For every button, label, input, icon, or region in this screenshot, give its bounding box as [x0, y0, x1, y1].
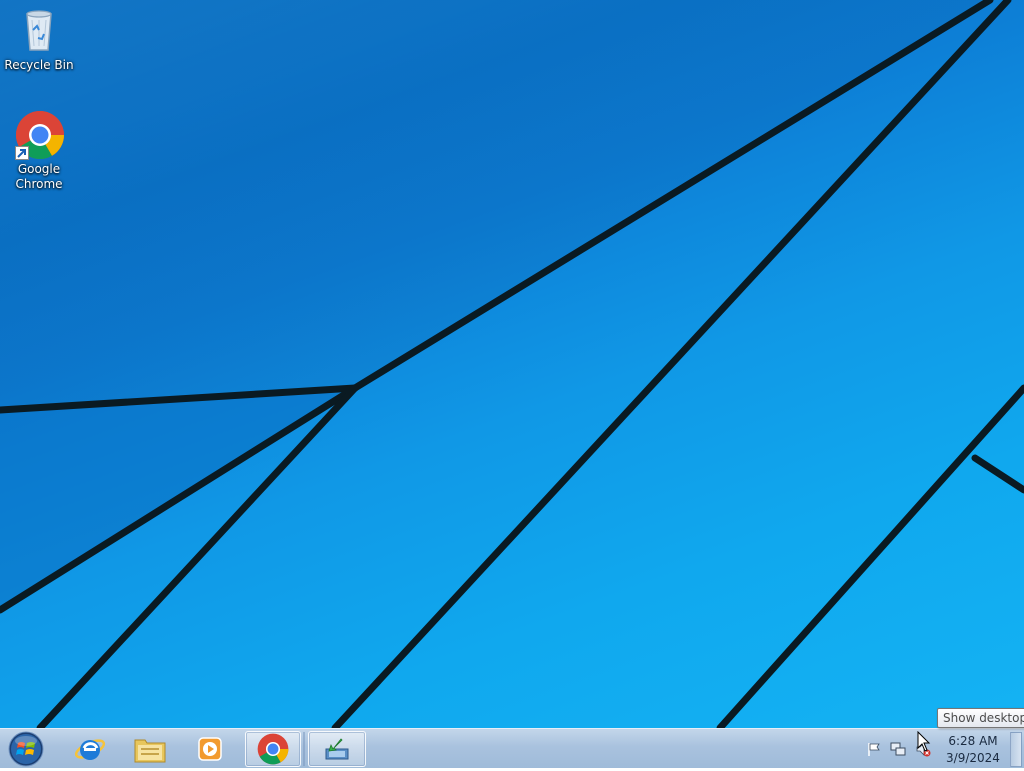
install-arrow-icon — [325, 738, 349, 760]
taskbar-installer[interactable] — [308, 731, 366, 767]
taskbar-media-player[interactable] — [182, 731, 238, 767]
recycle-bin-label: Recycle Bin — [4, 58, 74, 72]
clock-date: 3/9/2024 — [946, 751, 1000, 765]
desktop-icon-google-chrome[interactable]: Google Chrome — [3, 110, 75, 192]
wallpaper — [0, 0, 1024, 728]
show-desktop-tooltip: Show desktop — [937, 708, 1024, 728]
taskbar: 6:28 AM 3/9/2024 — [0, 728, 1024, 768]
show-desktop-button[interactable] — [1010, 732, 1022, 767]
network-icon[interactable] — [890, 741, 906, 757]
taskbar-internet-explorer[interactable] — [62, 731, 118, 767]
desktop: Recycle Bin Google Chrome — [0, 0, 1024, 728]
clock-time: 6:28 AM — [948, 734, 998, 748]
chrome-icon — [15, 110, 64, 160]
recycle-bin-icon — [15, 6, 63, 54]
internet-explorer-icon — [74, 739, 106, 760]
chrome-icon — [257, 733, 289, 765]
folder-icon — [134, 739, 166, 763]
taskbar-windows-explorer[interactable] — [122, 731, 178, 767]
windows-start-orb-icon — [8, 731, 44, 767]
mouse-cursor-icon — [917, 731, 931, 752]
chrome-label: Google Chrome — [15, 162, 63, 191]
shortcut-arrow-icon — [15, 146, 29, 160]
desktop-icon-recycle-bin[interactable]: Recycle Bin — [3, 6, 75, 73]
media-player-icon — [198, 737, 222, 761]
taskbar-google-chrome[interactable] — [245, 731, 301, 767]
taskbar-separator — [303, 732, 305, 766]
system-clock[interactable]: 6:28 AM 3/9/2024 — [943, 733, 1003, 767]
action-center-flag-icon[interactable] — [866, 741, 882, 757]
start-button[interactable] — [6, 731, 46, 767]
